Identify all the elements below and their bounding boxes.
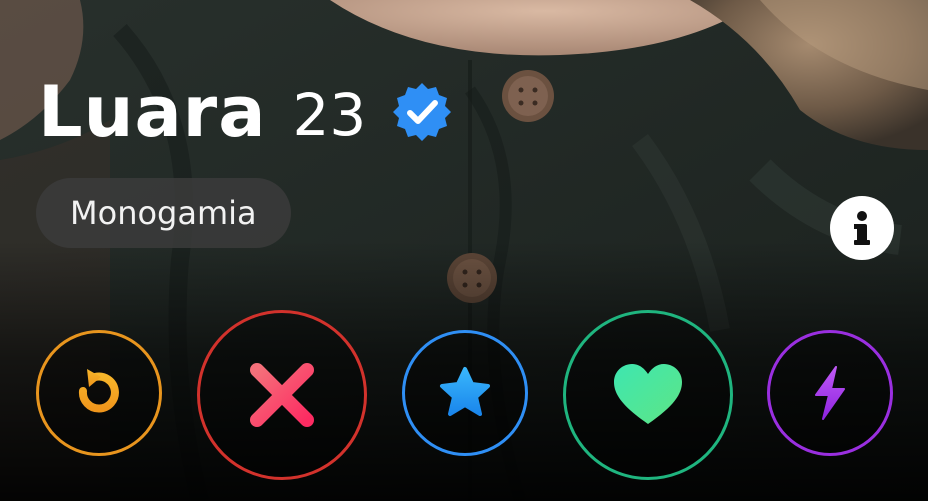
rewind-button[interactable] xyxy=(36,330,162,456)
info-button[interactable] xyxy=(830,196,894,260)
close-icon xyxy=(250,363,314,427)
super-like-button[interactable] xyxy=(402,330,528,456)
profile-card[interactable]: Luara 23 Monogamia xyxy=(0,0,928,501)
profile-age: 23 xyxy=(292,81,367,149)
like-button[interactable] xyxy=(563,310,733,480)
boost-button[interactable] xyxy=(767,330,893,456)
relationship-tag: Monogamia xyxy=(36,178,291,248)
shirt-button-upper xyxy=(502,70,554,122)
relationship-tag-label: Monogamia xyxy=(70,194,257,232)
heart-icon xyxy=(614,364,682,424)
name-row: Luara 23 xyxy=(38,62,454,162)
star-icon xyxy=(440,367,490,416)
info-icon xyxy=(854,211,870,245)
rewind-icon xyxy=(78,369,119,413)
verified-badge-icon xyxy=(390,80,454,144)
profile-name: Luara xyxy=(38,71,267,153)
lightning-icon xyxy=(815,366,845,420)
nope-button[interactable] xyxy=(197,310,367,480)
